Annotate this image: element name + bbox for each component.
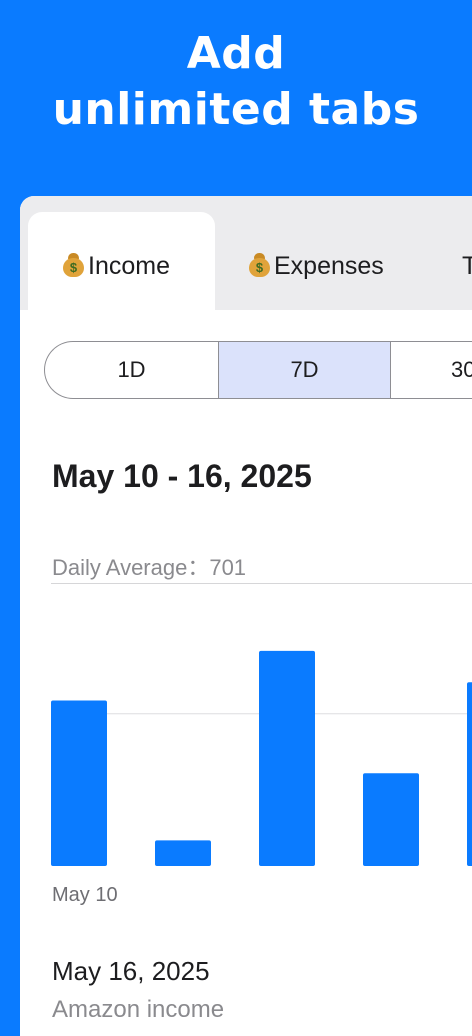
period-30d-button[interactable]: 30D [391,342,472,398]
divider [51,583,472,584]
app-card: $ Income $ Expenses T 1D 7D 30D May 10 -… [20,196,472,1036]
promo-line-2: unlimited tabs [52,84,420,135]
promo-headline: Add unlimited tabs [0,26,472,138]
tab-income[interactable]: $ Income [28,212,215,310]
entry-name[interactable]: Amazon income [52,996,224,1024]
tab-bar: $ Income $ Expenses T [20,196,472,310]
income-bar-chart [51,650,472,866]
chart-bar-may-11[interactable] [155,840,211,866]
entry-date: May 16, 2025 [52,956,210,986]
app-screen: { "promo": { "line1": "Add", "line2": "u… [0,0,472,1036]
chart-bar-may-13[interactable] [363,773,419,866]
date-range-title: May 10 - 16, 2025 [52,458,312,494]
money-bag-icon: $ [62,253,85,277]
period-selector: 1D 7D 30D [44,341,472,399]
chart-bar-may-10[interactable] [51,700,107,866]
period-7d-button[interactable]: 7D [218,342,391,398]
tab-income-label: Income [88,252,170,280]
period-1d-button[interactable]: 1D [45,342,218,398]
x-tick-label: May 10 [52,884,118,906]
chart-bar-may-12[interactable] [259,650,315,866]
promo-line-1: Add [186,28,286,79]
tab-expenses[interactable]: $ Expenses [248,212,448,310]
money-bag-icon: $ [248,253,271,277]
tab-partial[interactable]: T [458,212,472,310]
tab-expenses-label: Expenses [274,252,384,280]
chart-bar-may-14[interactable] [467,682,472,866]
tab-partial-label: T [462,252,472,280]
daily-average: Daily Average：701 [52,555,247,580]
